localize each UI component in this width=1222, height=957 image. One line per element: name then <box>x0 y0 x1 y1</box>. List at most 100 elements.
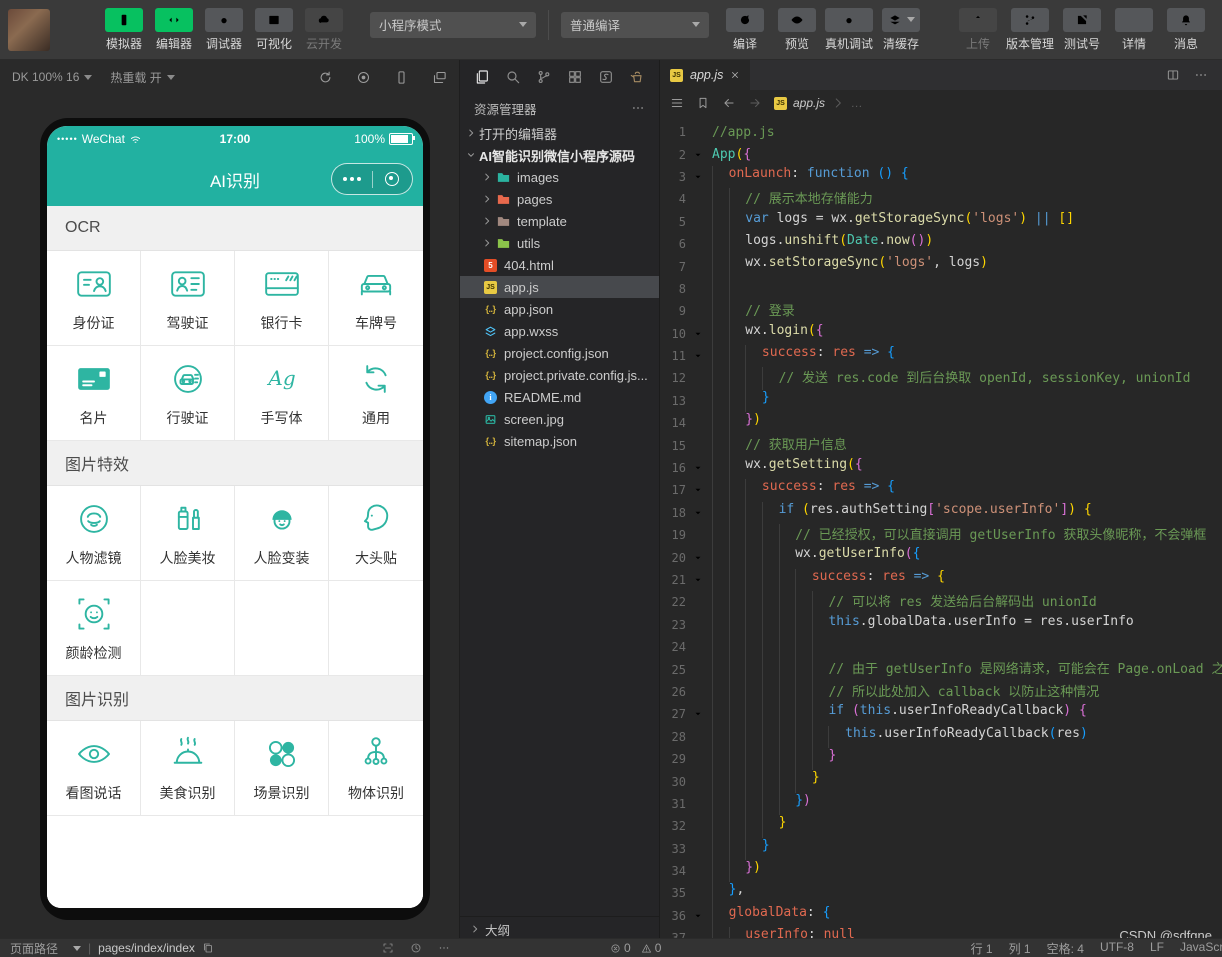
tree-item-sitemap.json[interactable]: {..} sitemap.json <box>460 430 659 452</box>
tree-item-打开的编辑器[interactable]: 打开的编辑器 <box>460 122 659 144</box>
more-icon[interactable] <box>438 942 450 954</box>
hot-reload-toggle[interactable]: 热重载 开 <box>110 69 175 86</box>
feature-人脸变装[interactable]: 人脸变装 <box>235 486 329 581</box>
feature-人脸美妆[interactable]: 人脸美妆 <box>141 486 235 581</box>
编辑器-button[interactable]: 编辑器 <box>152 7 196 52</box>
fold-chevron-icon[interactable] <box>690 329 706 339</box>
bookmark-icon[interactable] <box>696 96 710 110</box>
tree-item-404.html[interactable]: 5 404.html <box>460 254 659 276</box>
code-area[interactable]: 1//app.js 2 App({3 onLaunch: function () {4… <box>660 116 1222 957</box>
编译-button[interactable]: 编译 <box>723 7 767 52</box>
feature-通用[interactable]: 通用 <box>329 346 423 441</box>
tree-item-screen.jpg[interactable]: screen.jpg <box>460 408 659 430</box>
tree-item-pages[interactable]: pages <box>460 188 659 210</box>
copy-icon[interactable] <box>202 942 214 954</box>
problems-indicator[interactable]: 0 0 <box>610 941 661 955</box>
status-item[interactable]: JavaScript <box>1180 940 1222 957</box>
测试号-button[interactable]: 测试号 <box>1060 7 1104 52</box>
fold-chevron-icon[interactable] <box>690 911 706 921</box>
feature-驾驶证[interactable]: 驾驶证 <box>141 251 235 346</box>
feature-美食识别[interactable]: 美食识别 <box>141 721 235 816</box>
record-icon[interactable] <box>356 70 371 85</box>
feature-场景识别[interactable]: 场景识别 <box>235 721 329 816</box>
grid4-icon[interactable] <box>567 69 583 85</box>
status-item[interactable]: 空格: 4 <box>1047 940 1084 957</box>
tree-item-project.config.json[interactable]: {..} project.config.json <box>460 342 659 364</box>
close-tab-icon[interactable] <box>730 70 740 80</box>
版本管理-button[interactable]: 版本管理 <box>1006 7 1054 52</box>
feature-名片[interactable]: 名片 <box>47 346 141 441</box>
fold-chevron-icon[interactable] <box>690 463 706 473</box>
more-actions-icon[interactable] <box>631 101 645 115</box>
tab-appjs[interactable]: JS app.js <box>660 60 751 90</box>
tree-item-template[interactable]: template <box>460 210 659 232</box>
status-item[interactable]: LF <box>1150 940 1164 957</box>
feature-身份证[interactable]: 身份证 <box>47 251 141 346</box>
feature-手写体[interactable]: Ag 手写体 <box>235 346 329 441</box>
phonesm-icon[interactable] <box>394 70 409 85</box>
云开发-button[interactable]: 云开发 <box>302 7 346 52</box>
scan-icon[interactable] <box>382 942 394 954</box>
clock-icon[interactable] <box>410 942 422 954</box>
fold-chevron-icon[interactable] <box>690 351 706 361</box>
page-path-value[interactable]: pages/index/index <box>98 941 195 955</box>
breadcrumb[interactable]: JS app.js … <box>774 96 863 110</box>
真机调试-button[interactable]: 真机调试 <box>825 7 873 52</box>
tree-item-utils[interactable]: utils <box>460 232 659 254</box>
outline-menu-icon[interactable] <box>670 96 684 110</box>
branch-icon[interactable] <box>536 69 552 85</box>
compile-mode-select[interactable]: 普通编译 <box>561 11 709 38</box>
fold-chevron-icon[interactable] <box>690 553 706 563</box>
模拟器-button[interactable]: 模拟器 <box>102 7 146 52</box>
user-avatar[interactable] <box>8 8 50 51</box>
files-icon[interactable] <box>474 69 490 85</box>
refresh-icon[interactable] <box>318 70 333 85</box>
code-line: 14}) <box>660 412 1222 435</box>
fold-chevron-icon[interactable] <box>690 150 706 160</box>
清缓存-button[interactable]: 清缓存 <box>879 7 923 52</box>
nav-forward-icon[interactable] <box>748 96 762 110</box>
status-item[interactable]: 行 1 <box>971 940 993 957</box>
feature-人物滤镜[interactable]: 人物滤镜 <box>47 486 141 581</box>
split-editor-icon[interactable] <box>1166 68 1180 82</box>
fold-chevron-icon[interactable] <box>690 485 706 495</box>
tree-item-app.wxss[interactable]: app.wxss <box>460 320 659 342</box>
more-menu-button[interactable] <box>332 177 372 181</box>
fold-chevron-icon[interactable] <box>690 508 706 518</box>
pot-icon[interactable] <box>629 69 645 85</box>
tree-item-images[interactable]: images <box>460 166 659 188</box>
详情-button[interactable]: 详情 <box>1112 7 1156 52</box>
close-capsule-button[interactable] <box>373 172 413 186</box>
nav-back-icon[interactable] <box>722 96 736 110</box>
tree-item-app.js[interactable]: JS app.js <box>460 276 659 298</box>
device-scale-select[interactable]: DK 100% 16 <box>12 70 93 84</box>
feature-大头贴[interactable]: 大头贴 <box>329 486 423 581</box>
可视化-button[interactable]: 可视化 <box>252 7 296 52</box>
tree-item-app.json[interactable]: {..} app.json <box>460 298 659 320</box>
feature-行驶证[interactable]: 行驶证 <box>141 346 235 441</box>
feature-物体识别[interactable]: 物体识别 <box>329 721 423 816</box>
tree-item-project.private.config.js...[interactable]: {..} project.private.config.js... <box>460 364 659 386</box>
fold-chevron-icon[interactable] <box>690 575 706 585</box>
feature-车牌号[interactable]: 车牌号 <box>329 251 423 346</box>
status-item[interactable]: 列 1 <box>1009 940 1031 957</box>
feature-颜龄检测[interactable]: 颜龄检测 <box>47 581 141 676</box>
fold-chevron-icon[interactable] <box>690 172 706 182</box>
mode-select[interactable]: 小程序模式 <box>370 11 536 38</box>
status-item[interactable]: UTF-8 <box>1100 940 1134 957</box>
预览-button[interactable]: 预览 <box>775 7 819 52</box>
调试器-button[interactable]: 调试器 <box>202 7 246 52</box>
tree-item-AI智能识别微信小程序源码[interactable]: AI智能识别微信小程序源码 <box>460 144 659 166</box>
scurve-icon[interactable] <box>598 69 614 85</box>
feature-看图说话[interactable]: 看图说话 <box>47 721 141 816</box>
上传-button[interactable]: 上传 <box>956 7 1000 52</box>
fold-chevron-icon[interactable] <box>690 709 706 719</box>
more-actions-icon[interactable] <box>1194 68 1208 82</box>
消息-button[interactable]: 消息 <box>1164 7 1208 52</box>
tree-item-README.md[interactable]: i README.md <box>460 386 659 408</box>
page-path-label[interactable]: 页面路径 <box>10 940 58 957</box>
multiwin-icon[interactable] <box>432 70 447 85</box>
feature-银行卡[interactable]: 银行卡 <box>235 251 329 346</box>
search-icon[interactable] <box>505 69 521 85</box>
capsule-menu[interactable] <box>331 163 413 195</box>
